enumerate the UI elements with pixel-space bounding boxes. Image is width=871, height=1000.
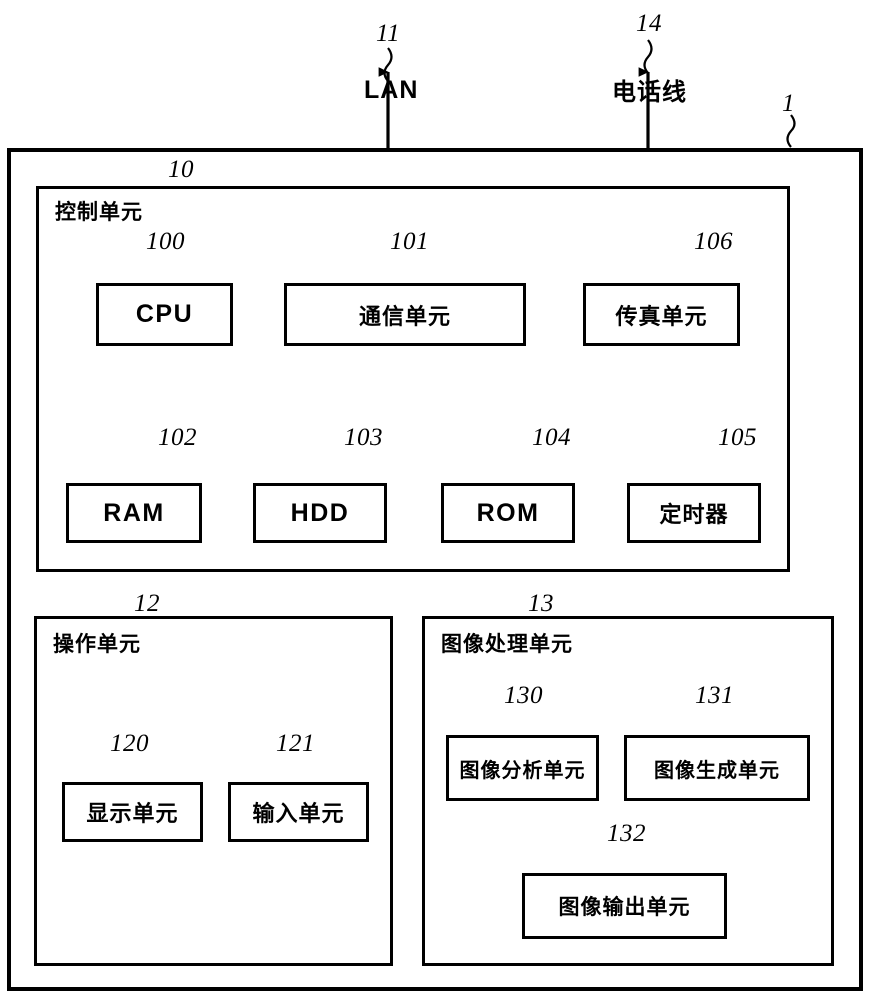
block-image-generation-unit-label: 图像生成单元 [654, 759, 780, 782]
block-rom: ROM [441, 483, 575, 543]
ref-numeral-100: 100 [146, 228, 185, 255]
block-image-analysis-unit: 图像分析单元 [446, 735, 599, 801]
terminal-label-lan: LAN [364, 76, 419, 104]
block-input-unit-label: 输入单元 [252, 801, 345, 826]
ref-numeral-14: 14 [636, 10, 662, 37]
block-ram-label: RAM [103, 498, 165, 527]
ref-numeral-103: 103 [344, 424, 383, 451]
block-rom-label: ROM [476, 498, 540, 527]
ref-numeral-105: 105 [718, 424, 757, 451]
block-image-output-unit-label: 图像输出单元 [558, 896, 691, 919]
terminal-label-telephone: 电话线 [612, 79, 687, 106]
ref-numeral-121: 121 [276, 730, 315, 757]
block-image-generation-unit: 图像生成单元 [624, 735, 810, 801]
ref-numeral-131: 131 [695, 682, 734, 709]
block-communication-unit-label: 通信单元 [358, 303, 451, 329]
block-hdd-label: HDD [290, 498, 350, 527]
ref-numeral-1: 1 [782, 90, 795, 117]
block-display-unit-label: 显示单元 [86, 801, 179, 826]
control-unit-title: 控制单元 [55, 201, 143, 224]
image-processing-unit-title: 图像处理单元 [441, 633, 573, 656]
ref-numeral-101: 101 [390, 228, 429, 255]
block-communication-unit: 通信单元 [284, 283, 526, 346]
ref-numeral-130: 130 [504, 682, 543, 709]
ref-numeral-13: 13 [528, 590, 554, 617]
ref-numeral-106: 106 [694, 228, 733, 255]
leader-ref-14 [643, 39, 653, 74]
ref-numeral-12: 12 [134, 590, 160, 617]
ref-numeral-120: 120 [110, 730, 149, 757]
ref-numeral-104: 104 [532, 424, 571, 451]
block-fax-unit-label: 传真单元 [615, 303, 708, 329]
block-hdd: HDD [253, 483, 387, 543]
block-cpu: CPU [96, 283, 233, 346]
block-display-unit: 显示单元 [62, 782, 203, 842]
block-ram: RAM [66, 483, 202, 543]
block-input-unit: 输入单元 [228, 782, 369, 842]
operation-unit-title: 操作单元 [53, 633, 141, 656]
leader-ref-1 [786, 114, 796, 148]
block-image-output-unit: 图像输出单元 [522, 873, 727, 939]
ref-numeral-11: 11 [376, 20, 401, 47]
block-fax-unit: 传真单元 [583, 283, 740, 346]
figure-canvas: LAN 11 电话线 14 1 控制单元 10 CPU 100 通信单元 101… [0, 0, 871, 1000]
block-image-analysis-unit-label: 图像分析单元 [459, 759, 586, 782]
block-cpu-label: CPU [135, 300, 194, 328]
ref-numeral-102: 102 [158, 424, 197, 451]
ref-numeral-10: 10 [168, 156, 194, 183]
block-timer-label: 定时器 [659, 502, 729, 527]
block-timer: 定时器 [627, 483, 761, 543]
ref-numeral-132: 132 [607, 820, 646, 847]
